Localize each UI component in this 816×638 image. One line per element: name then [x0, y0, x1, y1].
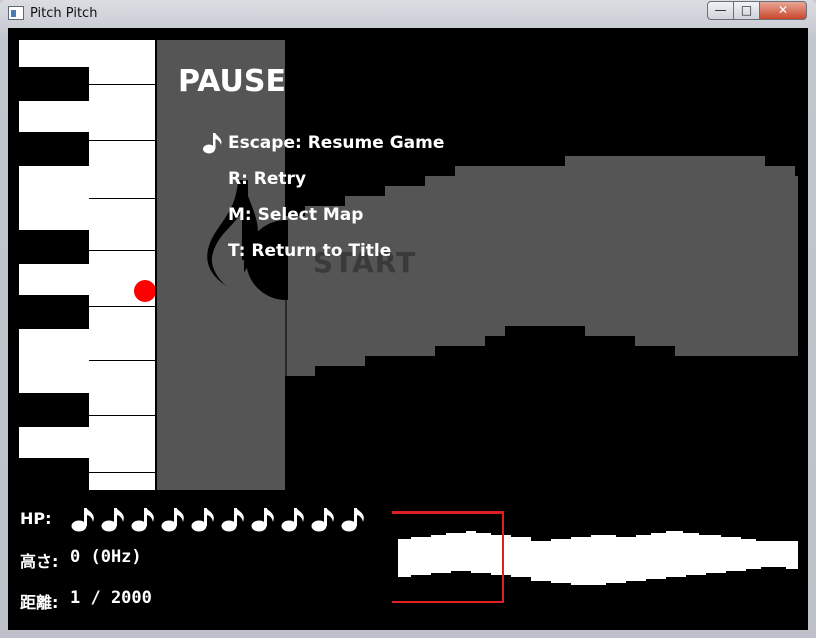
eighth-note-icon — [161, 508, 184, 532]
distance-value: 1 / 2000 — [70, 588, 152, 608]
eighth-note-icon — [131, 508, 154, 532]
menu-item-return-title[interactable]: T: Return to Title — [228, 241, 391, 261]
menu-item-resume[interactable]: Escape: Resume Game — [228, 133, 444, 153]
menu-item-select-map[interactable]: M: Select Map — [228, 205, 363, 225]
eighth-note-icon — [341, 508, 364, 532]
eighth-note-icon — [203, 132, 223, 158]
maximize-button[interactable]: □ — [733, 1, 760, 20]
app-window: Pitch Pitch — □ ✕ START PAUSE Escape: Re… — [0, 0, 816, 638]
eighth-note-icon — [101, 508, 124, 532]
app-icon — [8, 6, 24, 20]
close-button[interactable]: ✕ — [759, 1, 807, 20]
close-icon: ✕ — [777, 3, 789, 17]
minimap-viewport-frame — [392, 512, 504, 603]
maximize-icon: □ — [740, 3, 753, 17]
pitch-label: 高さ: — [20, 552, 59, 571]
eighth-note-icon — [191, 508, 214, 532]
pause-title: PAUSE — [178, 64, 286, 99]
eighth-note-icon — [251, 508, 274, 532]
menu-item-retry[interactable]: R: Retry — [228, 169, 306, 189]
window-title: Pitch Pitch — [30, 6, 98, 21]
hp-label: HP: — [20, 509, 52, 528]
game-canvas[interactable]: START PAUSE Escape: Resume Game R: Retry… — [8, 28, 808, 630]
minimize-icon: — — [714, 3, 727, 17]
eighth-note-icon — [281, 508, 304, 532]
pitch-value: 0 (0Hz) — [70, 547, 142, 567]
eighth-note-icon — [71, 508, 94, 532]
title-bar[interactable]: Pitch Pitch — □ ✕ — [0, 0, 816, 28]
eighth-note-icon — [221, 508, 244, 532]
distance-label: 距離: — [20, 593, 59, 612]
minimize-button[interactable]: — — [707, 1, 734, 20]
eighth-note-icon — [311, 508, 334, 532]
